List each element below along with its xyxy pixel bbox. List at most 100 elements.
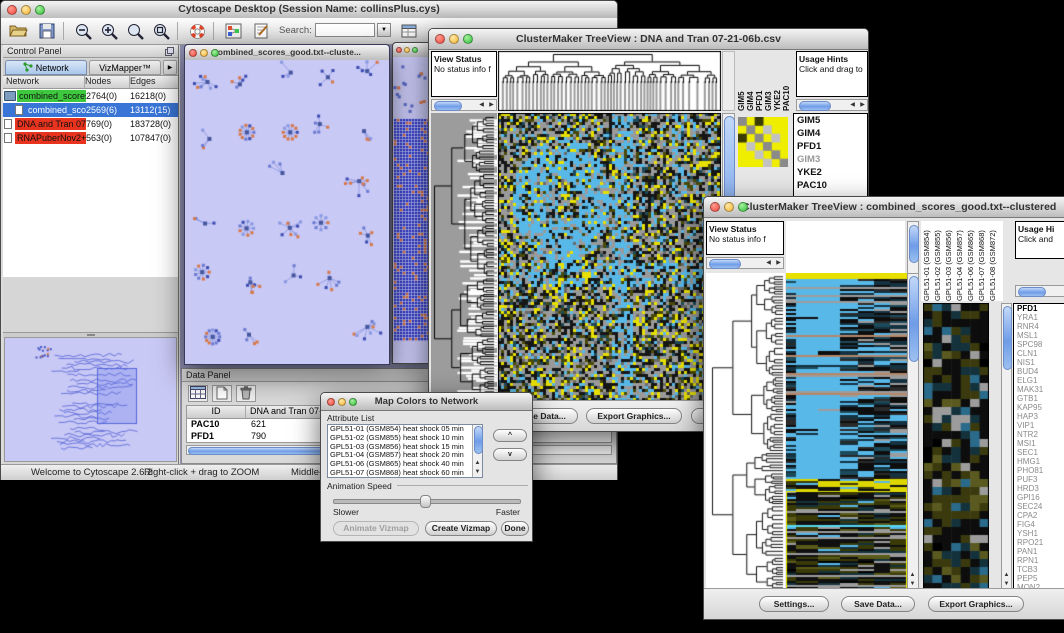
column-header-nodes[interactable]: Nodes [85, 76, 130, 88]
scroll-up-icon[interactable]: ▲ [1002, 571, 1011, 580]
network-table-row[interactable]: RNAPuberNov2+ 563(0) 107847(0) [3, 131, 178, 145]
minimize-button[interactable] [449, 34, 459, 44]
column-label[interactable]: GPL51-02 (GSM855) [932, 221, 943, 301]
move-up-button[interactable]: ^ [493, 429, 527, 442]
gene-label[interactable]: GIM5 [794, 114, 867, 127]
scroll-up-icon[interactable]: ▲ [908, 571, 917, 580]
minimize-button[interactable] [338, 398, 346, 406]
background-window-titlebar[interactable] [393, 43, 431, 58]
scroll-right-icon[interactable]: ▶ [858, 101, 867, 110]
close-button[interactable] [7, 5, 17, 15]
tab-overflow-button[interactable]: ▶ [163, 60, 177, 75]
attribute-list[interactable]: GPL51-01 (GSM854) heat shock 05 min GPL5… [327, 424, 483, 478]
tab-vizmapper[interactable]: VizMapper™ [89, 60, 161, 75]
delete-attribute-button[interactable] [236, 385, 256, 402]
scrollbar-thumb[interactable] [709, 259, 741, 269]
export-graphics-button[interactable]: Export Graphics... [586, 408, 682, 424]
column-label[interactable]: GIM3 [765, 51, 773, 111]
gene-label[interactable]: PFD1 [1014, 304, 1064, 313]
column-header-network[interactable]: Network [3, 76, 85, 88]
gene-label[interactable]: GTB1 [1014, 394, 1064, 403]
open-session-button[interactable] [7, 21, 31, 42]
id-column-header[interactable]: ID [187, 406, 246, 418]
zoom-button[interactable] [35, 5, 45, 15]
treeview1-titlebar[interactable]: ClusterMaker TreeView : DNA and Tran 07-… [429, 29, 868, 50]
network-canvas[interactable] [185, 60, 389, 364]
treeview2-titlebar[interactable]: ClusterMaker TreeView : combined_scores_… [704, 197, 1064, 218]
gene-label[interactable]: CLN1 [1014, 349, 1064, 358]
scroll-right-icon[interactable]: ▶ [774, 259, 783, 268]
gene-label[interactable]: YSH1 [1014, 529, 1064, 538]
overview-canvas[interactable] [5, 338, 176, 461]
minimize-button[interactable] [724, 202, 734, 212]
column-label[interactable]: GIM4 [747, 51, 755, 111]
gene-label[interactable]: TCB3 [1014, 565, 1064, 574]
gene-label[interactable]: RPO21 [1014, 538, 1064, 547]
tv1-status-scrollbar[interactable]: ◀ ▶ [431, 99, 497, 111]
gene-label[interactable]: ELG1 [1014, 376, 1064, 385]
tv2-gene-list-scrollbar[interactable]: ◀ ▶ [1015, 285, 1064, 297]
gene-label[interactable]: YKE2 [794, 166, 867, 179]
tv2-top-dendrogram-area[interactable] [786, 221, 905, 277]
gene-label[interactable]: RPN1 [1014, 556, 1064, 565]
scroll-right-icon[interactable]: ▶ [487, 101, 496, 110]
done-button[interactable]: Done [501, 521, 529, 536]
scrollbar-thumb[interactable] [909, 225, 919, 263]
gene-label[interactable]: HMG1 [1014, 457, 1064, 466]
gene-label[interactable]: RNR4 [1014, 322, 1064, 331]
column-label[interactable]: GPL51-01 (GSM854) [921, 221, 932, 301]
column-label[interactable]: GPL51-06 (GSM865) [965, 221, 976, 301]
gene-label[interactable]: PEP5 [1014, 574, 1064, 583]
save-session-button[interactable] [35, 21, 59, 42]
tv1-similarity-matrix-canvas[interactable] [738, 117, 788, 167]
close-button[interactable] [327, 398, 335, 406]
scrollbar-thumb[interactable] [1018, 287, 1046, 297]
network-table-row[interactable]: combined_scores 2764(0) 16218(0) [3, 89, 178, 103]
zoom-fit-button[interactable] [123, 21, 147, 42]
scroll-down-icon[interactable]: ▼ [473, 468, 482, 477]
scroll-left-icon[interactable]: ◀ [848, 101, 857, 110]
vizmapper-button[interactable] [221, 21, 245, 42]
export-graphics-button[interactable]: Export Graphics... [928, 596, 1024, 612]
settings-button[interactable]: Settings... [759, 596, 829, 612]
table-mode-button[interactable] [188, 385, 208, 402]
gene-label[interactable]: FIG4 [1014, 520, 1064, 529]
search-dropdown-button[interactable]: ▼ [377, 23, 391, 37]
zoom-button[interactable] [463, 34, 473, 44]
gene-label[interactable]: GIM3 [794, 153, 867, 166]
gene-label[interactable]: NIS1 [1014, 358, 1064, 367]
gene-label[interactable]: PUF3 [1014, 475, 1064, 484]
scrollbar-thumb[interactable] [434, 101, 462, 111]
gene-label[interactable]: HAP3 [1014, 412, 1064, 421]
close-button[interactable] [396, 47, 402, 53]
zoom-button[interactable] [349, 398, 357, 406]
tv2-heatmap-canvas[interactable] [786, 273, 907, 591]
column-label[interactable]: GIM5 [738, 51, 746, 111]
scrollbar-thumb[interactable] [1003, 306, 1012, 370]
tv1-top-dendrogram-canvas[interactable] [498, 51, 721, 111]
column-header-edges[interactable]: Edges [130, 76, 178, 88]
attribute-list-scrollbar[interactable]: ▲ ▼ [472, 425, 482, 477]
scroll-up-icon[interactable]: ▲ [473, 459, 482, 468]
scroll-left-icon[interactable]: ◀ [764, 259, 773, 268]
network-table-row[interactable]: DNA and Tran 07 769(0) 183728(0) [3, 117, 178, 131]
move-down-button[interactable]: v [493, 448, 527, 461]
annotation-button[interactable] [249, 21, 273, 42]
column-label[interactable]: GPL51-07 (GSM868) [976, 221, 987, 301]
zoom-out-button[interactable] [71, 21, 95, 42]
gene-label[interactable]: MAK31 [1014, 385, 1064, 394]
minimize-button[interactable] [21, 5, 31, 15]
tv2-subheatmap-vscrollbar[interactable]: ▲ ▼ [1001, 303, 1012, 591]
zoom-button[interactable] [738, 202, 748, 212]
tv2-top-vscrollbar[interactable] [907, 221, 919, 277]
network-view-titlebar[interactable]: combined_scores_good.txt--cluste... [185, 45, 389, 61]
column-label[interactable]: GPL51-03 (GSM856) [943, 221, 954, 301]
zoom-button[interactable] [211, 49, 219, 57]
main-titlebar[interactable]: Cytoscape Desktop (Session Name: collins… [1, 1, 617, 19]
scroll-left-icon[interactable]: ◀ [477, 101, 486, 110]
column-label[interactable]: YKE2 [774, 51, 782, 111]
scrollbar-thumb[interactable] [799, 101, 831, 111]
gene-label[interactable]: SPC98 [1014, 340, 1064, 349]
search-input[interactable] [315, 23, 375, 37]
help-button[interactable] [185, 21, 209, 42]
